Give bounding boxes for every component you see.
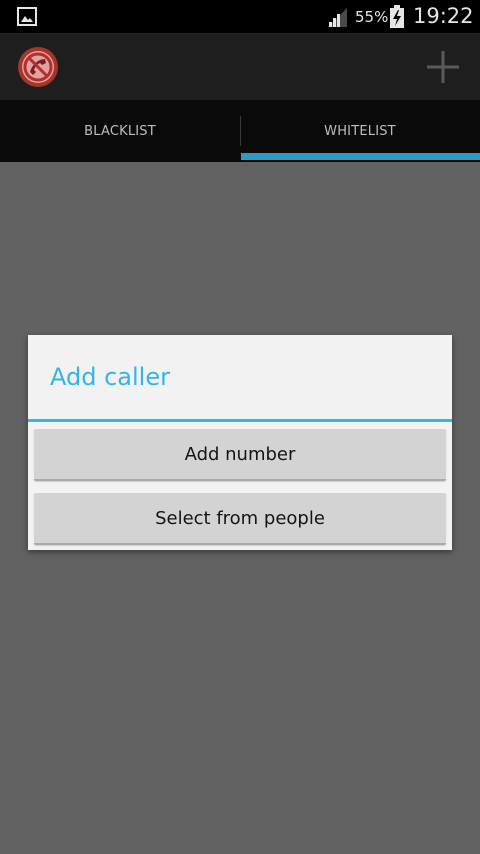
select-from-people-button[interactable]: Select from people [34,493,446,545]
call-blocker-logo-icon[interactable] [16,45,60,89]
gallery-icon [17,7,37,26]
screen: 55% 19:22 BLACKLIST WHITELIST Add caller [0,0,480,854]
action-bar [0,33,480,100]
battery-percentage: 55% [355,8,389,26]
add-caller-dialog: Add caller Add number Select from people [28,335,452,550]
battery-charging-icon [390,5,404,28]
dialog-title: Add caller [50,363,170,391]
signal-icon [328,8,347,27]
tab-selected-indicator [241,153,480,160]
dialog-title-divider [28,419,452,422]
status-bar: 55% 19:22 [0,0,480,33]
status-clock: 19:22 [413,4,474,28]
add-number-button[interactable]: Add number [34,429,446,481]
tab-blacklist[interactable]: BLACKLIST [0,100,240,162]
plus-icon[interactable] [424,48,462,86]
